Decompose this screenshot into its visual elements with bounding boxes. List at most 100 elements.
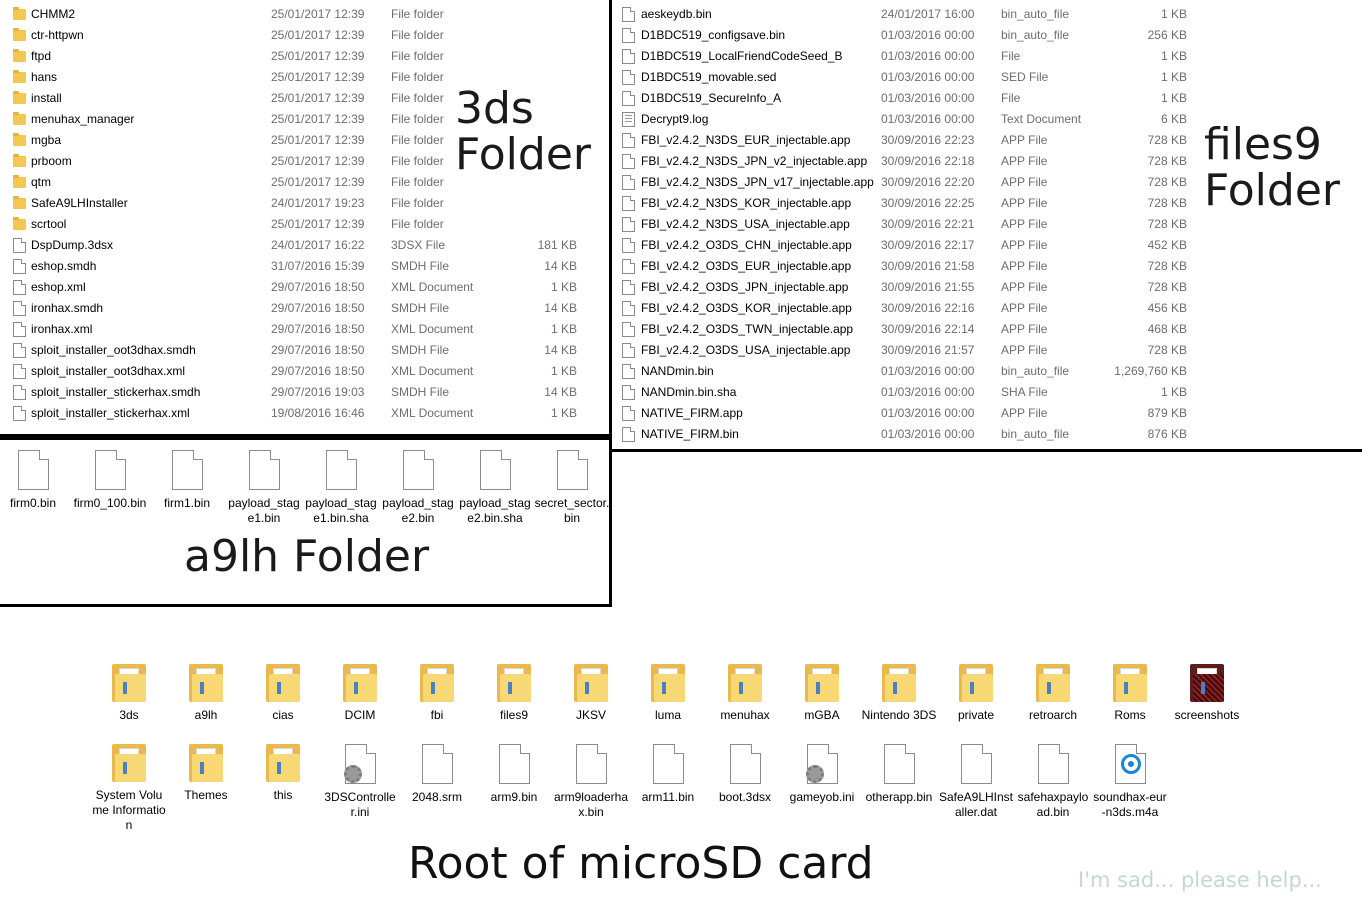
file-name: ftpd: [31, 49, 52, 63]
file-row-ironhax-xml[interactable]: ironhax.xml 29/07/2016 18:50 XML Document 1…: [0, 319, 600, 340]
file-type: APP File: [1001, 133, 1048, 147]
file-row-eshop-xml[interactable]: eshop.xml 29/07/2016 18:50 XML Document 1 K…: [0, 277, 600, 298]
file-row-nandmin-bin[interactable]: NANDmin.bin 01/03/2016 00:00 bin_auto_file…: [612, 361, 1362, 382]
grid-item-system-volume-information[interactable]: System Volume Information: [91, 744, 167, 833]
file-row-sploit-installer-oot3dhax-xml[interactable]: sploit_installer_oot3dhax.xml 29/07/2016 …: [0, 361, 600, 382]
folder-icon: [1036, 664, 1070, 702]
file-date: 01/03/2016 00:00: [881, 49, 975, 63]
grid-item-gameyob-ini[interactable]: gameyob.ini: [784, 744, 860, 805]
file-size: 728 KB: [1147, 217, 1187, 231]
file-type: XML Document: [391, 406, 474, 420]
grid-item-nintendo-3ds[interactable]: Nintendo 3DS: [861, 664, 937, 723]
grid-item-secret-sector-bin[interactable]: secret_sector.bin: [534, 450, 609, 526]
grid-item-payload-stage2-bin-sha[interactable]: payload_stage2.bin.sha: [457, 450, 533, 526]
file-row-aeskeydb-bin[interactable]: aeskeydb.bin 24/01/2017 16:00 bin_auto_fil…: [612, 4, 1362, 25]
grid-item-files9[interactable]: files9: [476, 664, 552, 723]
file-row-d1bdc519-localfriendcodeseed-b[interactable]: D1BDC519_LocalFriendCodeSeed_B 01/03/2016…: [612, 46, 1362, 67]
file-row-d1bdc519-movable-sed[interactable]: D1BDC519_movable.sed 01/03/2016 00:00 SED …: [612, 67, 1362, 88]
grid-item-otherapp-bin[interactable]: otherapp.bin: [861, 744, 937, 805]
folder-icon: [13, 28, 26, 43]
grid-item-safea9lhinstaller-dat[interactable]: SafeA9LHInstaller.dat: [938, 744, 1014, 820]
grid-item-jksv[interactable]: JKSV: [553, 664, 629, 723]
file-row-scrtool[interactable]: scrtool 25/01/2017 12:39 File folder: [0, 214, 600, 235]
item-label: menuhax: [720, 708, 770, 722]
grid-item-2048-srm[interactable]: 2048.srm: [399, 744, 475, 805]
grid-item-payload-stage1-bin-sha[interactable]: payload_stage1.bin.sha: [303, 450, 379, 526]
grid-item-screenshots[interactable]: screenshots: [1169, 664, 1245, 723]
grid-item-fbi[interactable]: fbi: [399, 664, 475, 723]
file-row-chmm2[interactable]: CHMM2 25/01/2017 12:39 File folder: [0, 4, 600, 25]
grid-item-soundhax-eur-n3ds-m4a[interactable]: soundhax-eur-n3ds.m4a: [1092, 744, 1168, 820]
grid-item-firm0-bin[interactable]: firm0.bin: [0, 450, 71, 511]
grid-item-luma[interactable]: luma: [630, 664, 706, 723]
item-label: mGBA: [804, 708, 840, 722]
file-row-dspdump-3dsx[interactable]: DspDump.3dsx 24/01/2017 16:22 3DSX File 181…: [0, 235, 600, 256]
grid-item-3dscontroller-ini[interactable]: 3DSController.ini: [322, 744, 398, 820]
grid-item-arm9-bin[interactable]: arm9.bin: [476, 744, 552, 805]
file-row-d1bdc519-secureinfo-a[interactable]: D1BDC519_SecureInfo_A 01/03/2016 00:00 Fil…: [612, 88, 1362, 109]
file-type: APP File: [1001, 301, 1048, 315]
grid-item-arm11-bin[interactable]: arm11.bin: [630, 744, 706, 805]
grid-item-safehaxpayload-bin[interactable]: safehaxpayload.bin: [1015, 744, 1091, 820]
file-row-fbi-v2-4-2-o3ds-eur-injectable-app[interactable]: FBI_v2.4.2_O3DS_EUR_injectable.app 30/09/…: [612, 256, 1362, 277]
file-row-fbi-v2-4-2-o3ds-kor-injectable-app[interactable]: FBI_v2.4.2_O3DS_KOR_injectable.app 30/09/…: [612, 298, 1362, 319]
grid-item-retroarch[interactable]: retroarch: [1015, 664, 1091, 723]
grid-item-dcim[interactable]: DCIM: [322, 664, 398, 723]
file-row-safea9lhinstaller[interactable]: SafeA9LHInstaller 24/01/2017 19:23 File fo…: [0, 193, 600, 214]
grid-item-firm0-100-bin[interactable]: firm0_100.bin: [72, 450, 148, 511]
file-icon: [17, 450, 49, 490]
file-row-sploit-installer-oot3dhax-smdh[interactable]: sploit_installer_oot3dhax.smdh 29/07/2016…: [0, 340, 600, 361]
grid-item-payload-stage2-bin[interactable]: payload_stage2.bin: [380, 450, 456, 526]
grid-item-a9lh[interactable]: a9lh: [168, 664, 244, 723]
file-icon: [622, 406, 635, 421]
grid-item-arm9loaderhax-bin[interactable]: arm9loaderhax.bin: [553, 744, 629, 820]
file-name: FBI_v2.4.2_O3DS_CHN_injectable.app: [641, 238, 852, 252]
file-size: 728 KB: [1147, 259, 1187, 273]
file-row-fbi-v2-4-2-o3ds-usa-injectable-app[interactable]: FBI_v2.4.2_O3DS_USA_injectable.app 30/09/…: [612, 340, 1362, 361]
file-row-sploit-installer-stickerhax-smdh[interactable]: sploit_installer_stickerhax.smdh 29/07/20…: [0, 382, 600, 403]
file-icon: [622, 343, 635, 358]
grid-item-this[interactable]: this: [245, 744, 321, 803]
file-row-eshop-smdh[interactable]: eshop.smdh 31/07/2016 15:39 SMDH File 14 KB: [0, 256, 600, 277]
file-type: bin_auto_file: [1001, 28, 1070, 42]
folder-icon: [574, 664, 608, 702]
file-row-native-firm-bin[interactable]: NATIVE_FIRM.bin 01/03/2016 00:00 bin_auto_…: [612, 424, 1362, 445]
file-size: 876 KB: [1147, 427, 1187, 441]
grid-item-boot-3dsx[interactable]: boot.3dsx: [707, 744, 783, 805]
item-label: arm9.bin: [490, 790, 538, 804]
file-row-sploit-installer-stickerhax-xml[interactable]: sploit_installer_stickerhax.xml 19/08/201…: [0, 403, 600, 424]
file-row-fbi-v2-4-2-o3ds-chn-injectable-app[interactable]: FBI_v2.4.2_O3DS_CHN_injectable.app 30/09/…: [612, 235, 1362, 256]
grid-item-cias[interactable]: cias: [245, 664, 321, 723]
grid-item-themes[interactable]: Themes: [168, 744, 244, 803]
file-type: File folder: [391, 133, 444, 147]
file-date: 25/01/2017 12:39: [271, 175, 365, 189]
file-row-fbi-v2-4-2-n3ds-usa-injectable-app[interactable]: FBI_v2.4.2_N3DS_USA_injectable.app 30/09/…: [612, 214, 1362, 235]
grid-item-roms[interactable]: Roms: [1092, 664, 1168, 723]
file-type: File folder: [391, 28, 444, 42]
grid-item-firm1-bin[interactable]: firm1.bin: [149, 450, 225, 511]
file-name: FBI_v2.4.2_N3DS_JPN_v17_injectable.app: [641, 175, 874, 189]
grid-item-payload-stage1-bin[interactable]: payload_stage1.bin: [226, 450, 302, 526]
file-row-d1bdc519-configsave-bin[interactable]: D1BDC519_configsave.bin 01/03/2016 00:00 b…: [612, 25, 1362, 46]
file-name: DspDump.3dsx: [31, 238, 114, 252]
file-type: File folder: [391, 112, 444, 126]
file-name: mgba: [31, 133, 62, 147]
file-row-nandmin-bin-sha[interactable]: NANDmin.bin.sha 01/03/2016 00:00 SHA File 1…: [612, 382, 1362, 403]
file-row-native-firm-app[interactable]: NATIVE_FIRM.app 01/03/2016 00:00 APP File 8…: [612, 403, 1362, 424]
file-date: 30/09/2016 22:25: [881, 196, 975, 210]
file-row-ctr-httpwn[interactable]: ctr-httpwn 25/01/2017 12:39 File folder: [0, 25, 600, 46]
file-icon: [622, 196, 635, 211]
file-row-fbi-v2-4-2-o3ds-twn-injectable-app[interactable]: FBI_v2.4.2_O3DS_TWN_injectable.app 30/09/…: [612, 319, 1362, 340]
file-row-ironhax-smdh[interactable]: ironhax.smdh 29/07/2016 18:50 SMDH File 14 …: [0, 298, 600, 319]
file-row-ftpd[interactable]: ftpd 25/01/2017 12:39 File folder: [0, 46, 600, 67]
grid-item-menuhax[interactable]: menuhax: [707, 664, 783, 723]
file-size: 1 KB: [1160, 7, 1187, 21]
grid-item-mgba[interactable]: mGBA: [784, 664, 860, 723]
file-icon: [622, 217, 635, 232]
file-name: NANDmin.bin.sha: [641, 385, 737, 399]
file-row-fbi-v2-4-2-o3ds-jpn-injectable-app[interactable]: FBI_v2.4.2_O3DS_JPN_injectable.app 30/09/…: [612, 277, 1362, 298]
file-icon: [325, 450, 357, 490]
grid-item-private[interactable]: private: [938, 664, 1014, 723]
grid-item-3ds[interactable]: 3ds: [91, 664, 167, 723]
file-icon: [622, 70, 635, 85]
